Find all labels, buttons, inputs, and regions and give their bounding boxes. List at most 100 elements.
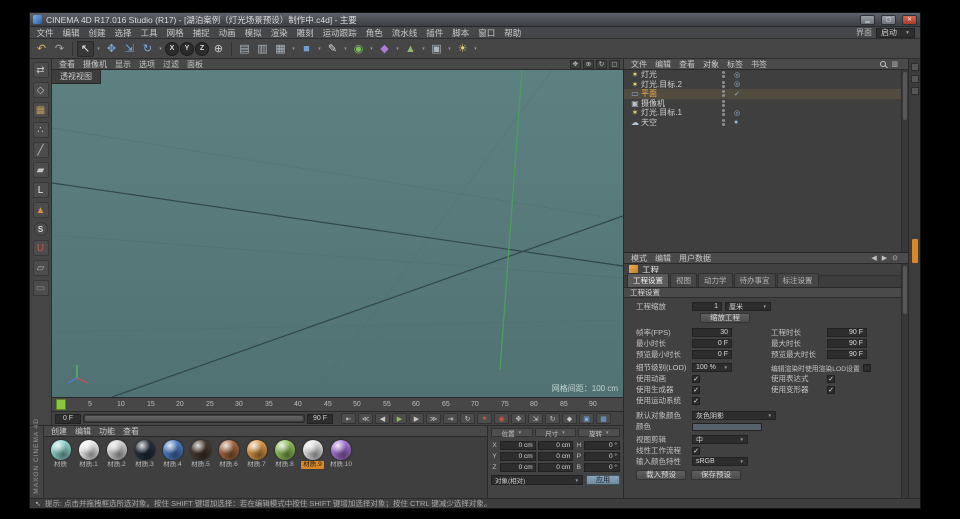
record-parameter-button[interactable]: ◆ — [562, 413, 577, 424]
lock-y-icon[interactable]: Y — [180, 42, 194, 56]
rotation-field[interactable]: 0 ° — [584, 463, 620, 472]
attribute-tab[interactable]: 动力学 — [698, 273, 733, 287]
autokey-button[interactable]: ◉ — [494, 413, 509, 424]
material-item[interactable]: 材质.9 — [300, 440, 325, 469]
render-lod-checkbox[interactable] — [863, 364, 871, 372]
linear-workflow-checkbox[interactable] — [692, 447, 700, 455]
timeline-scrollbar[interactable] — [83, 414, 305, 423]
panel-layout-icon[interactable]: ▥ — [891, 60, 898, 68]
viewport-menu-item[interactable]: 过滤 — [159, 59, 183, 70]
record-keyframe-button[interactable]: ● — [477, 413, 492, 424]
view-rotate-icon[interactable]: ↻ — [596, 60, 607, 69]
visibility-dots[interactable] — [717, 71, 729, 78]
timeline-ruler[interactable]: 051015202530354045505560657075808590 — [52, 397, 623, 412]
size-field[interactable]: 0 cm — [538, 463, 574, 472]
material-sphere[interactable] — [135, 440, 155, 460]
camera-dropdown-icon[interactable]: ▾ — [446, 41, 453, 57]
menubar-item[interactable]: 创建 — [84, 27, 110, 39]
camera-object-toolbar-icon[interactable]: ▣ — [428, 41, 445, 57]
side-tab-icon[interactable] — [911, 75, 919, 83]
object-manager-menu-item[interactable]: 编辑 — [651, 59, 675, 70]
scale-unit-dropdown[interactable]: 厘米▼ — [725, 302, 771, 311]
menubar-item[interactable]: 插件 — [422, 27, 448, 39]
material-item[interactable]: 材质.5 — [188, 440, 213, 469]
coordinate-column-dropdown[interactable]: 位置▼ — [491, 428, 533, 437]
material-menu-item[interactable]: 功能 — [95, 426, 119, 437]
primitives-dropdown-icon[interactable]: ▾ — [316, 41, 323, 57]
attribute-tab[interactable]: 标注设置 — [777, 273, 819, 287]
side-tab-icon[interactable] — [911, 87, 919, 95]
live-selection-icon[interactable]: ↖ — [77, 41, 94, 57]
record-scale-button[interactable]: ⇲ — [528, 413, 543, 424]
polygons-mode-icon[interactable]: ▰ — [33, 162, 49, 178]
use-deformers-checkbox[interactable] — [827, 386, 835, 394]
default-color-dropdown[interactable]: 灰色阴影▼ — [692, 411, 776, 420]
input-profile-dropdown[interactable]: sRGB▼ — [692, 457, 748, 466]
history-forward-icon[interactable]: ▶ — [882, 254, 887, 262]
viewport-solo-icon[interactable]: S — [34, 222, 48, 236]
object-row[interactable]: ☁ 天空 ● — [624, 118, 908, 128]
save-preset-button[interactable]: 保存预设 — [691, 470, 741, 480]
menubar-item[interactable]: 捕捉 — [188, 27, 214, 39]
material-item[interactable]: 材质.3 — [132, 440, 157, 469]
menubar-item[interactable]: 网格 — [162, 27, 188, 39]
keyframe-selection-button[interactable]: ▣ — [579, 413, 594, 424]
search-icon[interactable] — [880, 61, 886, 67]
object-tags[interactable]: ◎ — [734, 109, 742, 117]
coordinate-mode-dropdown[interactable]: 对象(相对) ▼ — [491, 475, 583, 485]
environment-icon[interactable]: ▲ — [402, 41, 419, 57]
visibility-dots[interactable] — [717, 109, 729, 116]
size-field[interactable]: 0 cm — [538, 452, 574, 461]
material-item[interactable]: 材质.6 — [216, 440, 241, 469]
timeline-playhead[interactable] — [56, 399, 66, 410]
render-settings-icon[interactable]: ▦ — [272, 41, 289, 57]
next-key-button[interactable]: ≫ — [426, 413, 441, 424]
make-editable-icon[interactable]: ▲ — [33, 202, 49, 218]
visibility-dots[interactable] — [717, 100, 729, 107]
record-position-button[interactable]: ✥ — [511, 413, 526, 424]
rotation-field[interactable]: 0 ° — [584, 441, 620, 450]
material-item[interactable]: 材质.4 — [160, 440, 185, 469]
prev-key-button[interactable]: ≪ — [358, 413, 373, 424]
render-view-icon[interactable]: ▤ — [236, 41, 253, 57]
material-sphere[interactable] — [219, 440, 239, 460]
material-sphere[interactable] — [191, 440, 211, 460]
attribute-menu-item[interactable]: 用户数据 — [675, 253, 715, 264]
material-menu-item[interactable]: 查看 — [119, 426, 143, 437]
min-time-field[interactable]: 0 F — [692, 339, 732, 348]
lod-dropdown[interactable]: 100 %▼ — [692, 363, 732, 372]
material-item[interactable]: 材质.1 — [76, 440, 101, 469]
material-sphere[interactable] — [275, 440, 295, 460]
prev-frame-button[interactable]: ◀ — [375, 413, 390, 424]
position-field[interactable]: 0 cm — [500, 463, 536, 472]
object-manager-scrollbar[interactable] — [901, 70, 908, 252]
workplane-icon[interactable]: ▱ — [33, 260, 49, 276]
viewport-menu-item[interactable]: 面板 — [183, 59, 207, 70]
coordinate-column-dropdown[interactable]: 旋转▼ — [578, 428, 620, 437]
material-menu-item[interactable]: 编辑 — [71, 426, 95, 437]
max-time-field[interactable]: 90 F — [827, 339, 867, 348]
menubar-item[interactable]: 编辑 — [58, 27, 84, 39]
convert-editable-icon[interactable]: ⇄ — [33, 62, 49, 78]
last-tool-dropdown-icon[interactable]: ▾ — [157, 41, 164, 57]
render-dropdown-icon[interactable]: ▾ — [290, 41, 297, 57]
move-tool-icon[interactable]: ✥ — [103, 41, 120, 57]
material-sphere[interactable] — [331, 440, 351, 460]
loop-button[interactable]: ↻ — [460, 413, 475, 424]
material-item[interactable]: 材质.7 — [244, 440, 269, 469]
material-sphere[interactable] — [247, 440, 267, 460]
play-button[interactable]: ▶ — [392, 413, 407, 424]
preview-min-field[interactable]: 0 F — [692, 350, 732, 359]
enable-axis-icon[interactable]: L — [33, 182, 49, 198]
scrollbar-thumb[interactable] — [903, 72, 907, 120]
render-picture-viewer-icon[interactable]: ▥ — [254, 41, 271, 57]
visibility-dots[interactable] — [717, 119, 729, 126]
material-sphere[interactable] — [79, 440, 99, 460]
scale-project-button[interactable]: 缩放工程 — [700, 313, 750, 323]
lock-workplane-icon[interactable]: ▭ — [33, 280, 49, 296]
points-mode-icon[interactable]: ∴ — [33, 122, 49, 138]
next-frame-button[interactable]: ▶ — [409, 413, 424, 424]
attribute-tab[interactable]: 工程设置 — [627, 273, 669, 287]
separator[interactable] — [231, 42, 232, 56]
side-tab-active[interactable] — [912, 239, 918, 263]
